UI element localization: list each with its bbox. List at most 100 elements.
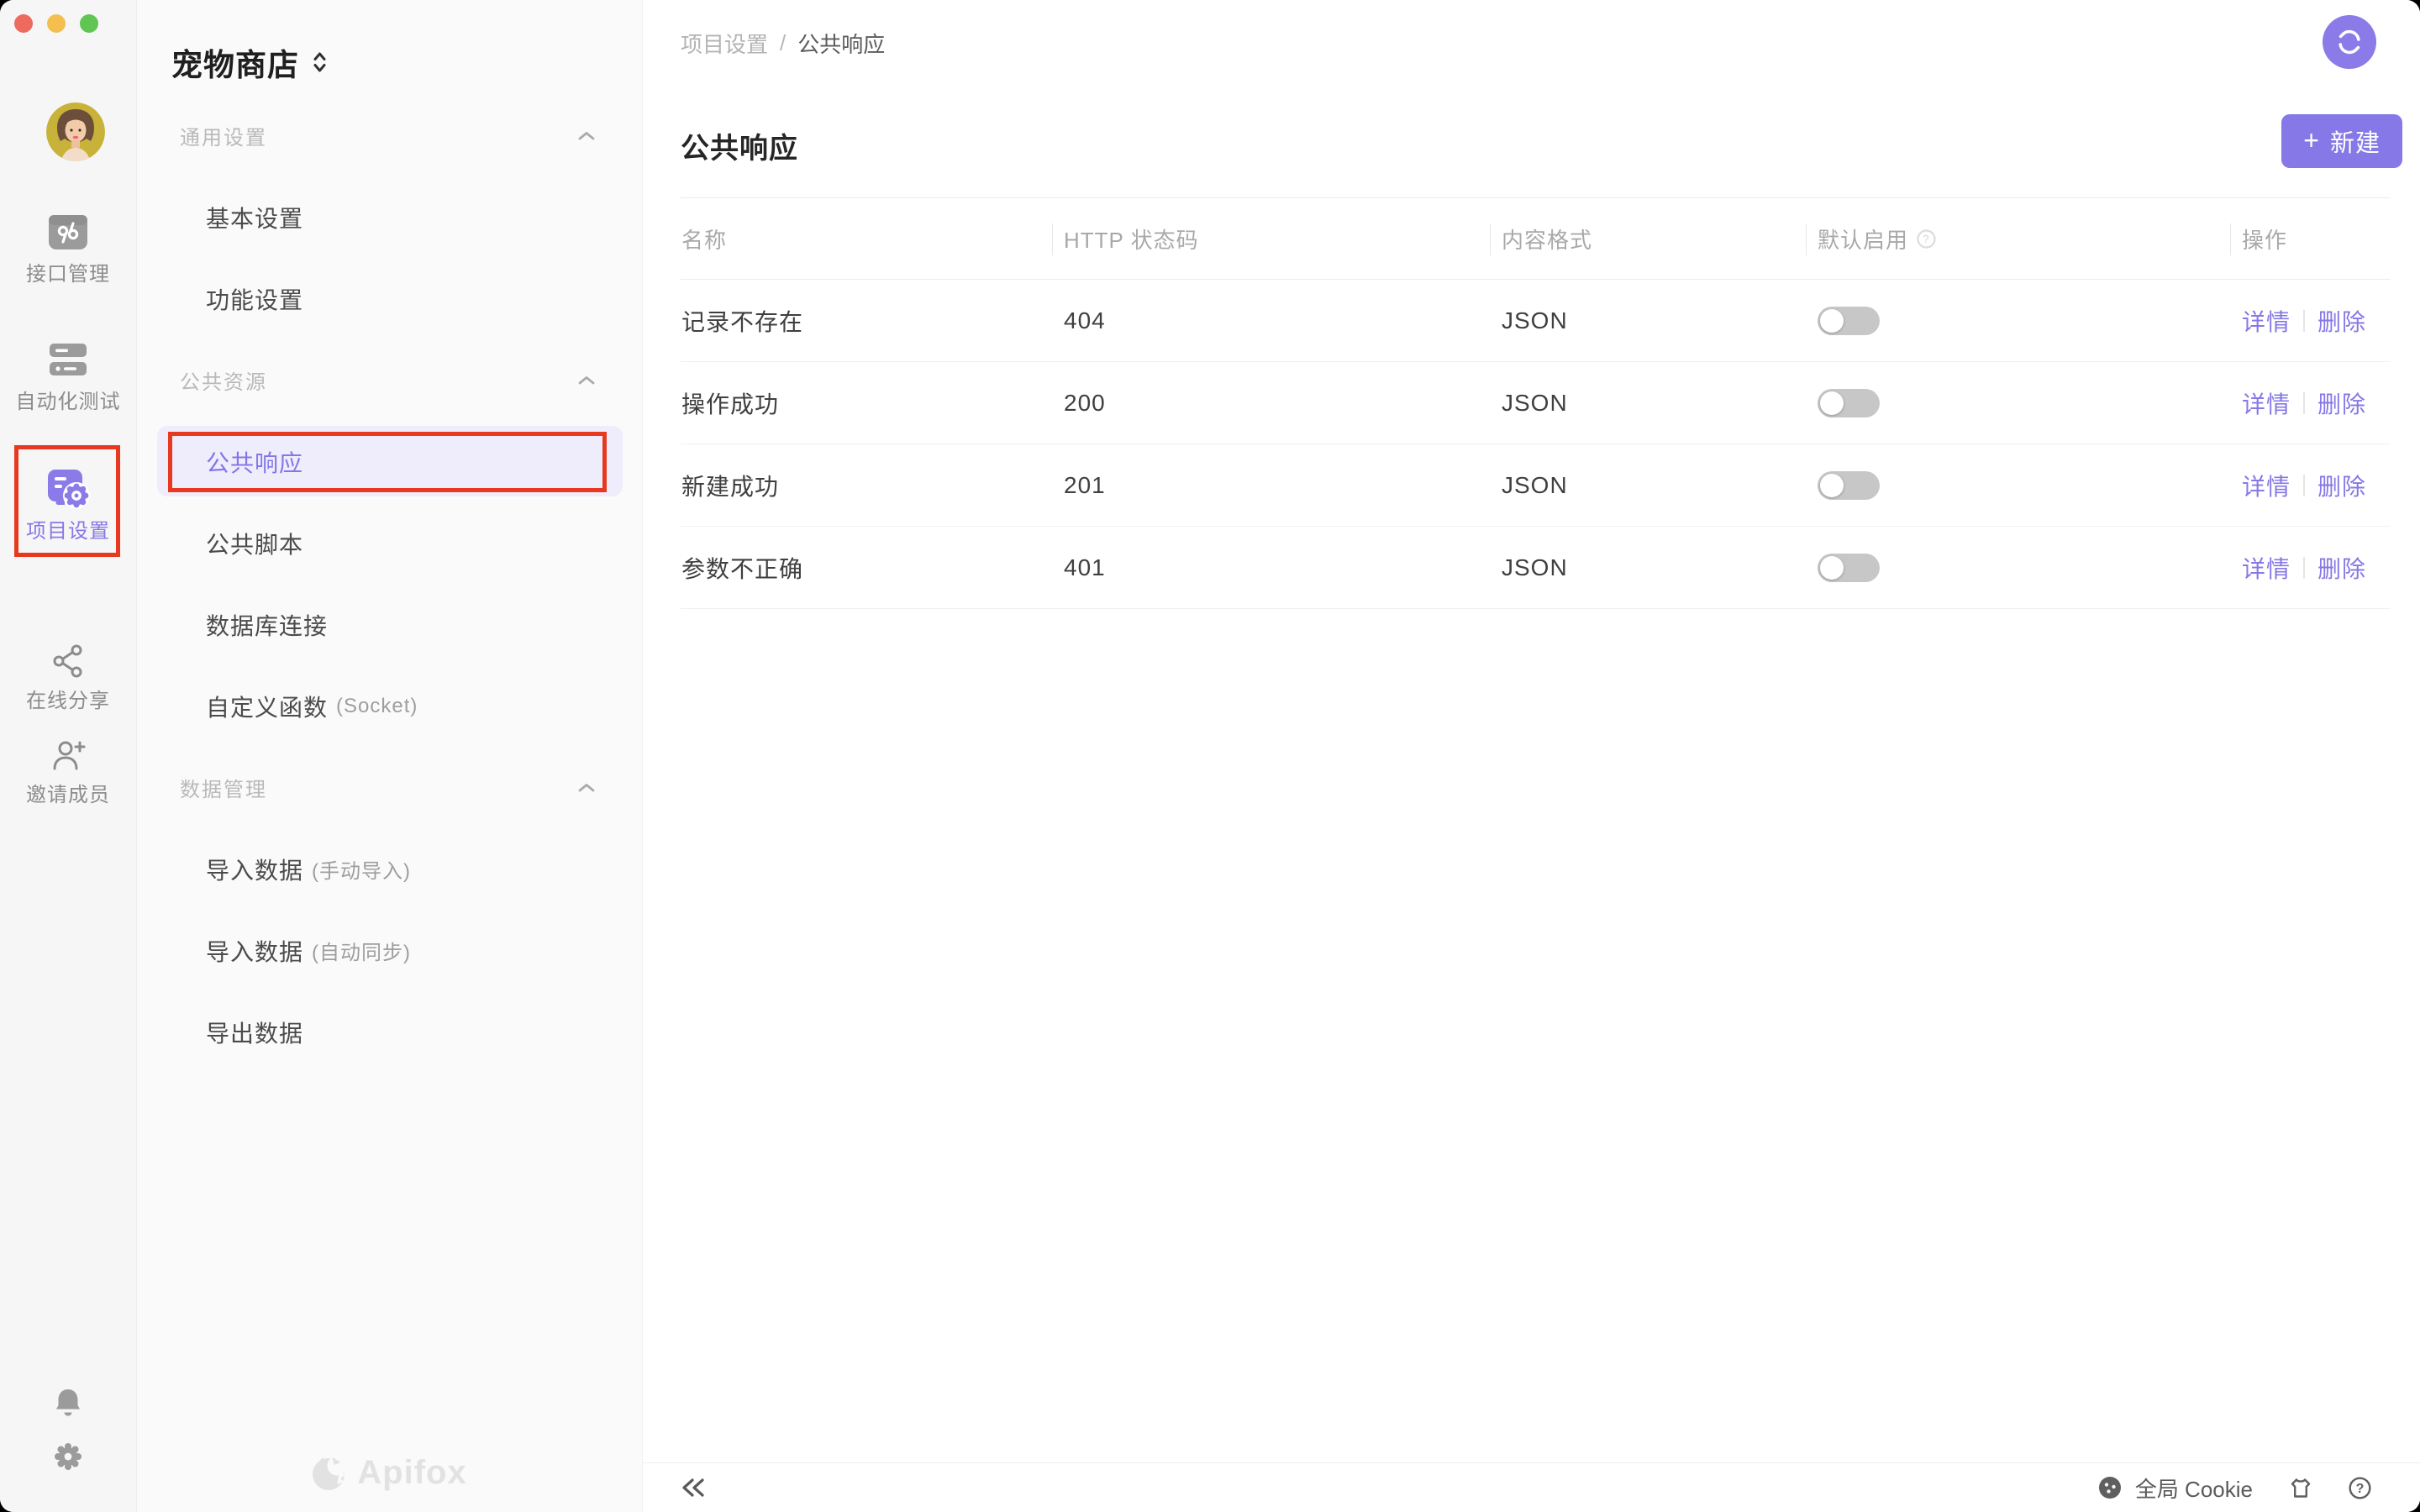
default-enabled-toggle[interactable] — [1818, 307, 1880, 335]
apifox-window: 接口管理 自动化测试 — [0, 0, 2420, 1512]
delete-link[interactable]: 删除 — [2317, 304, 2366, 338]
rail-item-project-settings[interactable]: 项目设置 — [0, 469, 136, 543]
page-title: 公共响应 — [681, 125, 798, 166]
sidebar-item-import-data-manual[interactable]: 导入数据 (手动导入) — [137, 828, 642, 910]
project-switcher[interactable]: 宠物商店 — [171, 39, 642, 86]
rail-item-label: 项目设置 — [26, 514, 110, 543]
cell-actions: 详情 删除 — [2230, 469, 2391, 502]
collapse-sidebar-button[interactable] — [681, 1478, 706, 1498]
cell-actions: 详情 删除 — [2230, 386, 2391, 420]
api-management-icon — [48, 213, 88, 251]
minimize-window-button[interactable] — [47, 14, 66, 33]
refresh-icon — [2335, 28, 2364, 56]
close-window-button[interactable] — [14, 14, 33, 33]
detail-link[interactable]: 详情 — [2242, 469, 2291, 502]
sidebar-item-suffix: (Socket) — [336, 695, 418, 718]
detail-link[interactable]: 详情 — [2242, 386, 2291, 420]
table-header: 名称 HTTP 状态码 内容格式 默认启用 ? 操作 — [681, 197, 2391, 280]
project-settings-icon — [46, 468, 90, 510]
theme-button[interactable] — [2290, 1478, 2312, 1499]
toggle-knob — [1820, 391, 1844, 415]
column-header-default-enabled: 默认启用 ? — [1806, 223, 2230, 255]
cell-actions: 详情 删除 — [2230, 551, 2391, 585]
toggle-knob — [1820, 556, 1844, 580]
app-settings-button[interactable] — [0, 1441, 136, 1472]
user-avatar[interactable] — [46, 102, 105, 161]
delete-link[interactable]: 删除 — [2317, 469, 2366, 502]
zoom-window-button[interactable] — [80, 14, 98, 33]
header-separator — [1052, 223, 1053, 255]
project-name: 宠物商店 — [171, 39, 299, 85]
global-cookie-button[interactable]: 全局 Cookie — [2098, 1473, 2253, 1504]
avatar-image — [46, 102, 105, 161]
svg-text:?: ? — [1923, 233, 1929, 245]
section-title: 通用设置 — [180, 121, 267, 150]
table-row: 记录不存在 404 JSON 详情 删除 — [681, 280, 2391, 362]
rail-item-label: 邀请成员 — [26, 778, 110, 807]
sidebar-item-label: 导出数据 — [206, 1016, 303, 1049]
section-data-management[interactable]: 数据管理 — [137, 747, 642, 828]
rail-item-online-share[interactable]: 在线分享 — [0, 643, 136, 713]
notifications-button[interactable] — [0, 1388, 136, 1418]
cell-content-format: JSON — [1490, 390, 1806, 417]
section-public-resources[interactable]: 公共资源 — [137, 339, 642, 421]
sidebar-item-public-scripts[interactable]: 公共脚本 — [137, 502, 642, 584]
sidebar-item-export-data[interactable]: 导出数据 — [137, 991, 642, 1073]
breadcrumb-parent[interactable]: 项目设置 — [681, 28, 768, 59]
detail-link[interactable]: 详情 — [2242, 304, 2291, 338]
tshirt-icon — [2290, 1478, 2312, 1499]
column-header-actions: 操作 — [2230, 223, 2391, 255]
cookie-icon — [2098, 1476, 2122, 1499]
column-header-label: 默认启用 — [1818, 223, 1908, 255]
table-row: 操作成功 200 JSON 详情 删除 — [681, 362, 2391, 444]
apifox-fox-icon — [312, 1456, 347, 1491]
default-enabled-toggle[interactable] — [1818, 554, 1880, 582]
detail-link[interactable]: 详情 — [2242, 551, 2291, 585]
cell-name: 参数不正确 — [681, 551, 1052, 585]
help-circle-icon[interactable]: ? — [1917, 229, 1936, 249]
share-icon — [50, 643, 86, 679]
sidebar-item-suffix: (自动同步) — [312, 936, 411, 965]
sidebar-item-feature-settings[interactable]: 功能设置 — [137, 258, 642, 339]
sidebar-item-suffix: (手动导入) — [312, 854, 411, 884]
delete-link[interactable]: 删除 — [2317, 386, 2366, 420]
gear-icon — [53, 1441, 83, 1472]
rail-item-invite-member[interactable]: 邀请成员 — [0, 738, 136, 807]
help-button[interactable]: ? — [2349, 1477, 2371, 1499]
section-title: 数据管理 — [180, 773, 267, 802]
sidebar-item-custom-functions[interactable]: 自定义函数 (Socket) — [137, 665, 642, 747]
invite-member-icon — [50, 738, 87, 773]
header-separator — [1806, 223, 1807, 255]
sidebar-item-label: 公共响应 — [206, 445, 303, 479]
breadcrumb: 项目设置 / 公共响应 — [681, 28, 885, 59]
sidebar-item-database-connections[interactable]: 数据库连接 — [137, 584, 642, 665]
sidebar-item-label: 基本设置 — [206, 201, 303, 234]
sidebar-item-import-data-sync[interactable]: 导入数据 (自动同步) — [137, 910, 642, 991]
section-title: 公共资源 — [180, 365, 267, 395]
cell-status-code: 201 — [1052, 472, 1490, 499]
sidebar-item-public-responses[interactable]: 公共响应 — [137, 421, 642, 502]
settings-menu: 通用设置 基本设置 功能设置 公共资源 公共响应 — [137, 95, 642, 1073]
action-divider — [2303, 557, 2305, 579]
cell-name: 操作成功 — [681, 386, 1052, 420]
rail-item-automated-testing[interactable]: 自动化测试 — [0, 339, 136, 414]
sidebar-item-basic-settings[interactable]: 基本设置 — [137, 176, 642, 258]
cell-status-code: 401 — [1052, 554, 1490, 581]
svg-text:?: ? — [2356, 1482, 2365, 1496]
rail-item-label: 在线分享 — [26, 684, 110, 713]
column-header-content-format: 内容格式 — [1490, 223, 1806, 255]
breadcrumb-separator: / — [780, 30, 786, 56]
section-general-settings[interactable]: 通用设置 — [137, 95, 642, 176]
toggle-knob — [1820, 474, 1844, 497]
chevron-up-icon — [578, 375, 595, 385]
refresh-button[interactable] — [2323, 15, 2376, 69]
default-enabled-toggle[interactable] — [1818, 389, 1880, 417]
delete-link[interactable]: 删除 — [2317, 551, 2366, 585]
column-header-name: 名称 — [681, 223, 1052, 255]
sidebar-item-label: 数据库连接 — [206, 608, 328, 642]
new-response-button[interactable]: + 新建 — [2281, 114, 2402, 168]
rail-item-api-management[interactable]: 接口管理 — [0, 212, 136, 286]
default-enabled-toggle[interactable] — [1818, 471, 1880, 500]
question-circle-icon: ? — [2349, 1477, 2371, 1499]
sidebar-item-label: 功能设置 — [206, 282, 303, 316]
